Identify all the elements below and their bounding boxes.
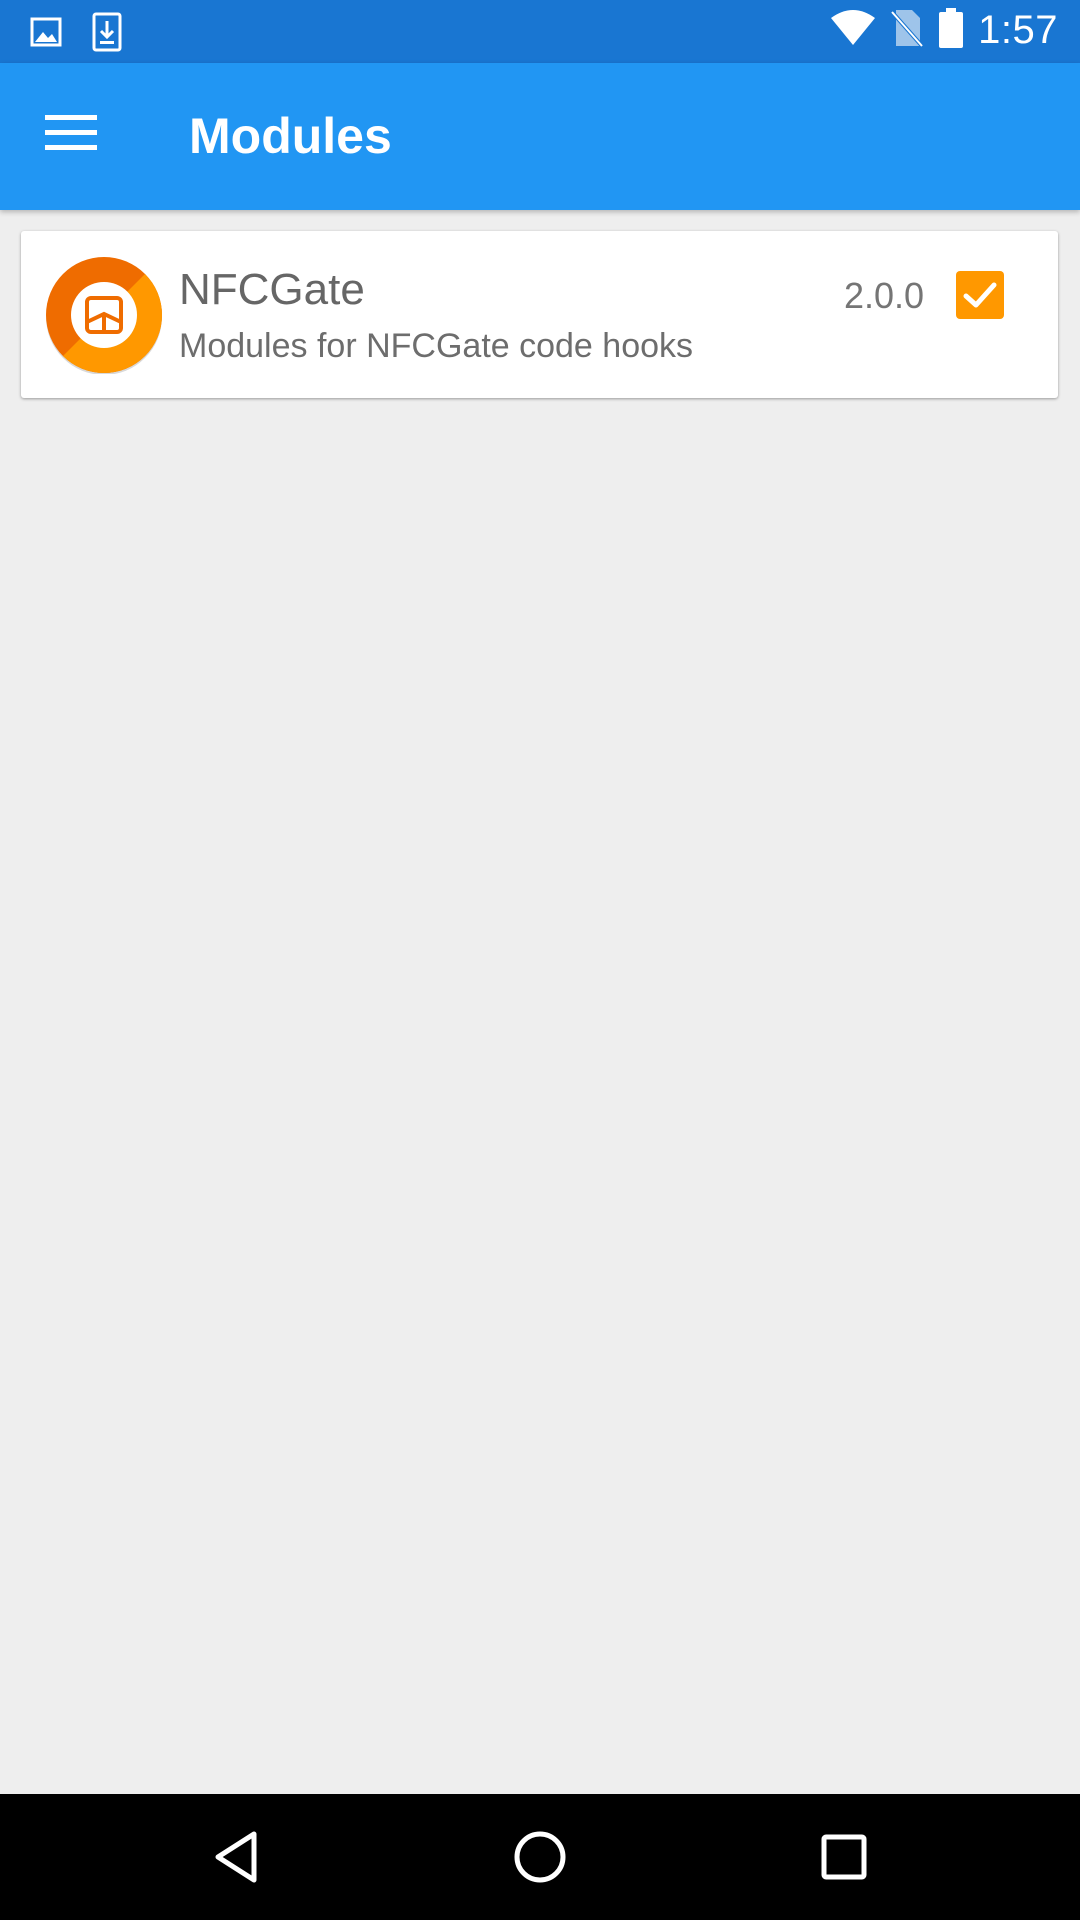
back-icon	[212, 1830, 260, 1889]
menu-button[interactable]	[36, 105, 106, 165]
module-card[interactable]: NFCGate Modules for NFCGate code hooks 2…	[21, 231, 1058, 398]
clock: 1:57	[978, 8, 1058, 52]
recents-button[interactable]	[809, 1824, 879, 1894]
home-icon	[513, 1830, 567, 1889]
module-name: NFCGate	[179, 265, 365, 314]
wifi-icon	[830, 10, 876, 51]
module-description: Modules for NFCGate code hooks	[179, 327, 694, 365]
module-enabled-checkbox[interactable]	[956, 271, 1004, 319]
notification-icons	[30, 12, 122, 57]
navigation-bar	[0, 1794, 1080, 1920]
system-icons: 1:57	[830, 8, 1058, 53]
recents-icon	[820, 1833, 868, 1886]
app-bar: Modules	[0, 63, 1080, 210]
back-button[interactable]	[201, 1824, 271, 1894]
image-notification-icon	[30, 16, 62, 53]
menu-icon	[45, 114, 97, 156]
download-notification-icon	[92, 12, 122, 57]
nfcgate-app-icon	[45, 256, 163, 375]
home-button[interactable]	[505, 1824, 575, 1894]
module-version: 2.0.0	[844, 275, 925, 316]
battery-icon	[938, 8, 964, 53]
status-bar: 1:57	[0, 0, 1080, 63]
page-title: Modules	[189, 108, 392, 164]
checkmark-icon	[956, 282, 1004, 323]
no-sim-icon	[890, 8, 924, 53]
